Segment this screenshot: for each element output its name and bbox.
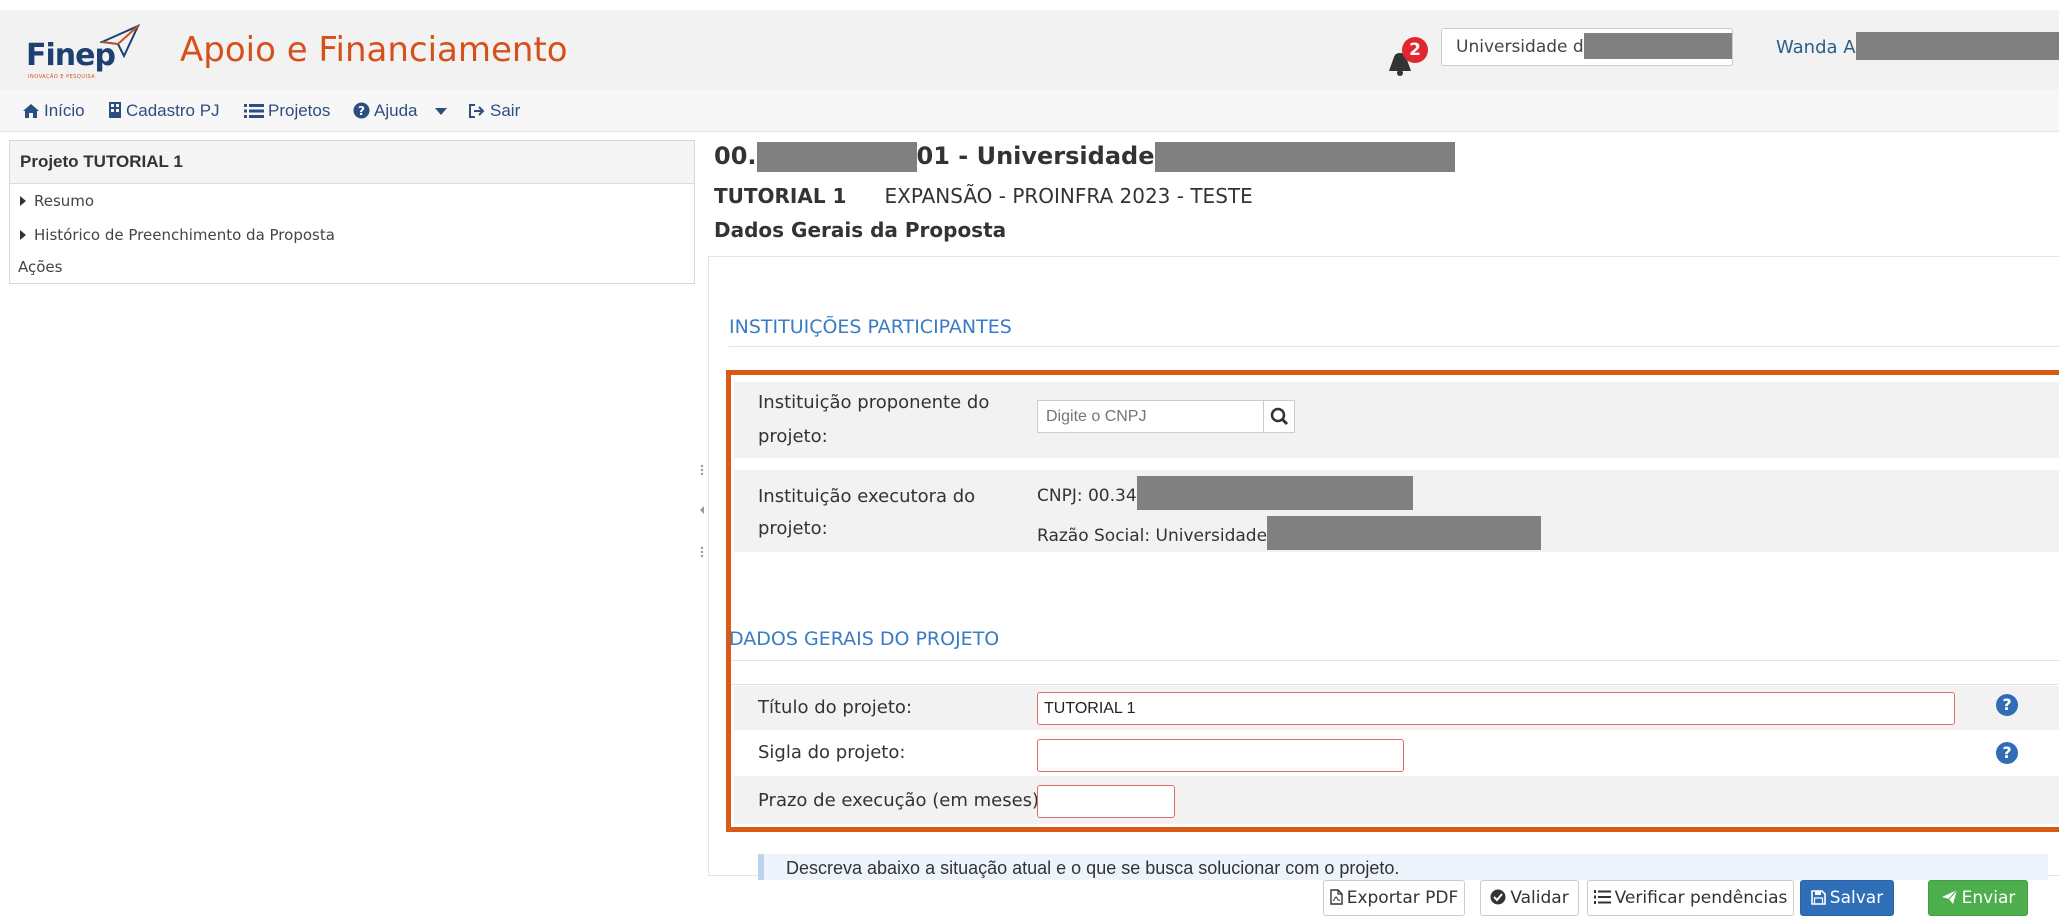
button-label: Verificar pendências (1614, 888, 1788, 908)
svg-text:?: ? (358, 104, 365, 118)
home-icon (23, 104, 39, 118)
notifications-button[interactable]: 2 (1386, 37, 1428, 76)
institution-value: Universidade d (1456, 37, 1584, 57)
nav-label: Sair (490, 101, 521, 120)
file-pdf-icon (1330, 889, 1343, 905)
verificar-pendencias-button[interactable]: Verificar pendências (1587, 880, 1794, 916)
proposal-subtitle: TUTORIAL 1 EXPANSÃO - PROINFRA 2023 - TES… (714, 184, 1253, 208)
button-label: Validar (1510, 888, 1569, 908)
button-label: Enviar (1961, 888, 2016, 908)
main-nav: Início Cadastro PJ Projetos ? Ajuda Sair (0, 90, 2059, 132)
sidebar-item-resumo[interactable]: Resumo (10, 184, 694, 218)
finep-logo[interactable]: Finep INOVAÇÃO E PESQUISA (26, 24, 140, 80)
question-circle-icon: ? (353, 102, 370, 119)
proposal-program: EXPANSÃO - PROINFRA 2023 - TESTE (884, 184, 1253, 208)
title-mid: 01 - Universidade (916, 142, 1155, 170)
highlight-box (726, 370, 2059, 832)
institutions-heading: INSTITUIÇÕES PARTICIPANTES (729, 316, 1012, 338)
nav-projetos[interactable]: Projetos (244, 90, 330, 131)
salvar-button[interactable]: Salvar (1800, 880, 1894, 916)
project-sidebar: Projeto TUTORIAL 1 Resumo Histórico de P… (9, 140, 695, 284)
validar-button[interactable]: Validar (1480, 880, 1579, 916)
button-label: Salvar (1829, 888, 1884, 908)
redacted-block (1154, 142, 1455, 172)
paper-plane-icon (100, 24, 140, 58)
redacted-block (756, 142, 917, 172)
export-pdf-button[interactable]: Exportar PDF (1323, 880, 1465, 916)
section-title: Dados Gerais da Proposta (714, 218, 1007, 242)
sidebar-title: Projeto TUTORIAL 1 (10, 141, 694, 184)
institution-selector[interactable]: Universidade d (1441, 28, 1733, 66)
nav-inicio[interactable]: Início (22, 90, 85, 131)
user-name: Wanda A (1776, 37, 1856, 58)
caret-right-icon (20, 230, 26, 240)
sidebar-item-historico[interactable]: Histórico de Preenchimento da Proposta (10, 218, 694, 252)
check-circle-icon (1490, 889, 1506, 905)
notification-badge: 2 (1402, 37, 1428, 63)
page-title: 00. 01 - Universidade (714, 142, 1455, 172)
nav-label: Início (44, 101, 85, 120)
sidebar-item-label: Histórico de Preenchimento da Proposta (34, 226, 335, 244)
logo-subtitle: INOVAÇÃO E PESQUISA (28, 74, 96, 80)
nav-sair[interactable]: Sair (468, 90, 520, 131)
description-hint: Descreva abaixo a situação atual e o que… (758, 854, 2048, 880)
floppy-disk-icon (1810, 890, 1826, 905)
app-title: Apoio e Financiamento (180, 30, 568, 70)
building-icon (109, 102, 121, 118)
caret-right-icon (20, 196, 26, 206)
nav-label: Projetos (268, 101, 331, 120)
splitter-handle[interactable] (698, 460, 708, 570)
button-label: Exportar PDF (1346, 888, 1459, 908)
nav-cadastro-pj[interactable]: Cadastro PJ (108, 90, 220, 131)
redacted-block (1855, 32, 2059, 60)
sign-out-icon (469, 104, 485, 118)
list-icon (244, 104, 264, 118)
proposal-code: TUTORIAL 1 (714, 184, 847, 208)
paper-plane-icon (1941, 889, 1958, 904)
enviar-button[interactable]: Enviar (1928, 880, 2028, 916)
nav-ajuda-dropdown[interactable]: ? Ajuda (353, 90, 452, 131)
nav-label: Cadastro PJ (126, 101, 220, 120)
title-prefix: 00. (714, 142, 757, 170)
divider (729, 346, 2059, 347)
sidebar-actions-label: Ações (18, 258, 63, 276)
caret-down-icon (435, 108, 448, 115)
top-spacer (0, 0, 2059, 10)
user-menu[interactable]: Wanda A (1776, 32, 2059, 60)
list-ol-icon (1593, 890, 1611, 904)
sidebar-item-label: Resumo (34, 192, 95, 210)
redacted-block (1583, 32, 1732, 59)
app-header: Finep INOVAÇÃO E PESQUISA Apoio e Financ… (0, 10, 2059, 91)
nav-label: Ajuda (374, 101, 418, 120)
